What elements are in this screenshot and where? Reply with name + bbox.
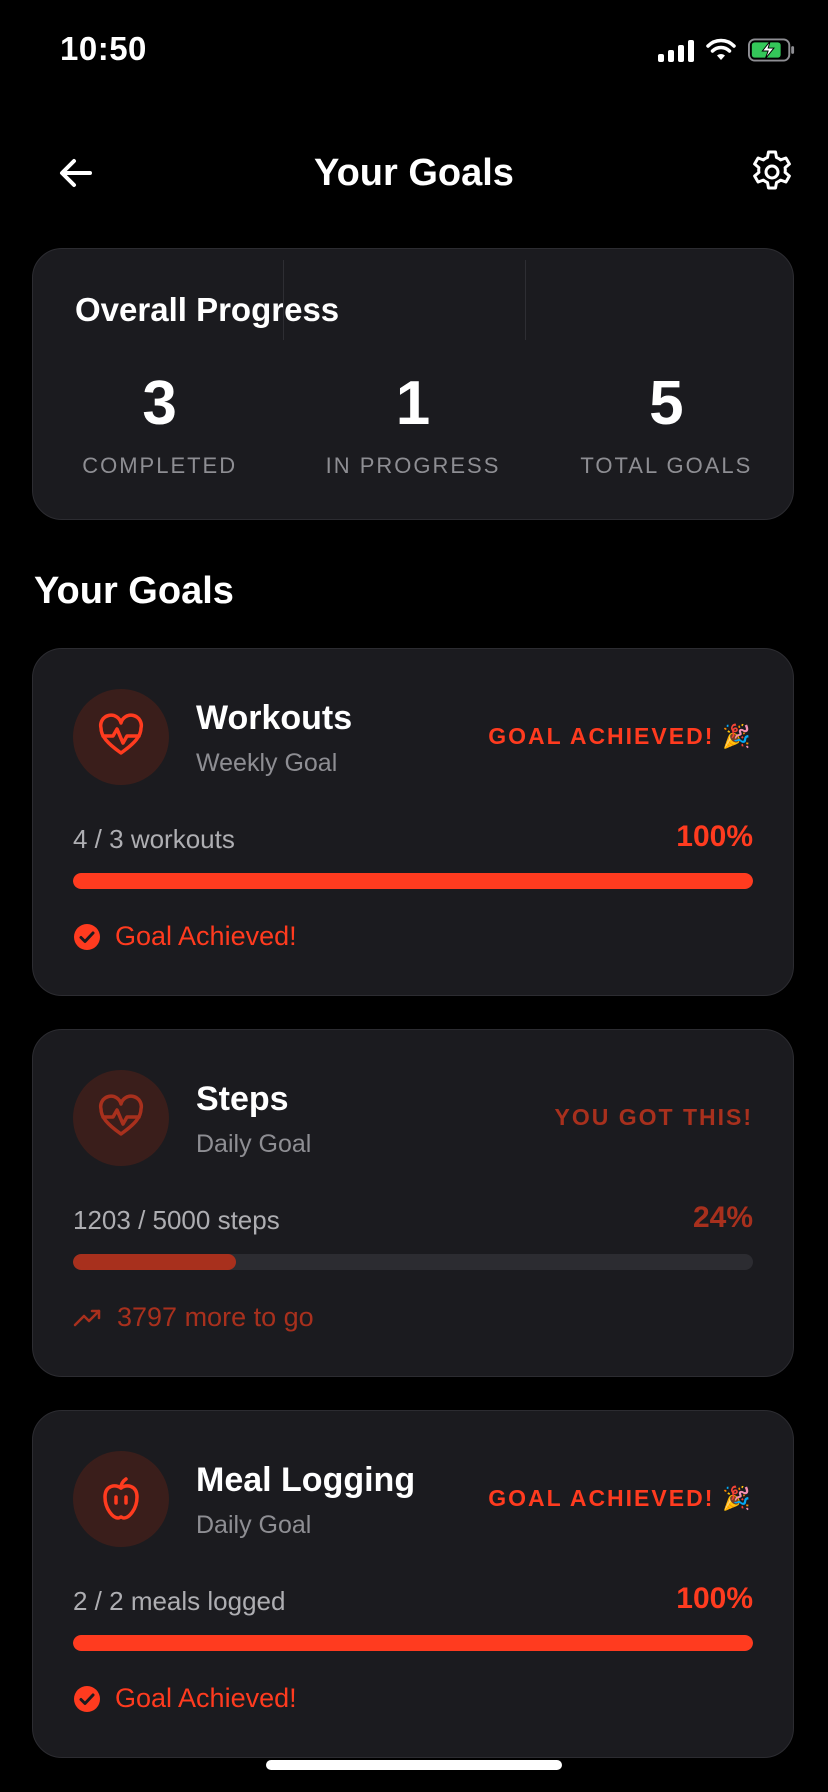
goal-status-text: GOAL ACHIEVED!: [488, 723, 715, 749]
nav-bar: Your Goals: [0, 140, 828, 206]
stat-value: 3: [142, 369, 177, 438]
check-circle-icon: [74, 1685, 100, 1712]
stat-completed: 3 COMPLETED: [33, 371, 286, 491]
wifi-icon: [706, 38, 736, 60]
goal-percent: 100%: [676, 1582, 753, 1615]
goal-card-steps[interactable]: Steps Daily Goal YOU GOT THIS! 1203 / 50…: [32, 1029, 794, 1377]
gear-icon[interactable]: [748, 148, 796, 196]
goal-footer: Goal Achieved!: [73, 1683, 297, 1714]
goal-progress-bar: [73, 873, 753, 889]
goal-footer: 3797 more to go: [73, 1302, 314, 1333]
stat-in-progress: 1 IN PROGRESS: [286, 371, 539, 491]
status-bar: 10:50: [0, 0, 828, 100]
goal-icon-badge: [73, 1451, 169, 1547]
goal-status-text: YOU GOT THIS!: [554, 1104, 753, 1130]
goal-percent: 100%: [676, 820, 753, 853]
goal-progress-fill: [73, 873, 753, 889]
status-time: 10:50: [60, 30, 147, 67]
goal-name: Steps: [196, 1080, 289, 1118]
stat-label: IN PROGRESS: [325, 453, 501, 478]
heart-pulse-icon: [98, 713, 144, 755]
battery-charging-icon: [748, 38, 795, 62]
goal-progress-fill: [73, 1254, 237, 1270]
stats-row: 3 COMPLETED 1 IN PROGRESS 5 TOTAL GOALS: [33, 371, 793, 491]
goal-status-text: GOAL ACHIEVED!: [488, 1485, 715, 1511]
party-popper-icon: 🎉: [722, 1485, 753, 1511]
stat-divider: [525, 260, 526, 340]
goal-period: Daily Goal: [196, 1130, 312, 1158]
goal-footer-text: 3797 more to go: [117, 1302, 314, 1332]
goal-progress-text: 2 / 2 meals logged: [73, 1586, 286, 1616]
goal-status-badge: YOU GOT THIS!: [555, 1104, 754, 1131]
goal-period: Daily Goal: [196, 1511, 312, 1539]
goal-icon-badge: [73, 1070, 169, 1166]
stat-total-goals: 5 TOTAL GOALS: [540, 371, 793, 491]
goal-footer-text: Goal Achieved!: [115, 1683, 297, 1713]
goal-progress-fill: [73, 1635, 753, 1651]
page-title: Your Goals: [314, 152, 514, 194]
goal-name: Meal Logging: [196, 1461, 416, 1499]
goal-name: Workouts: [196, 699, 353, 737]
stat-label: TOTAL GOALS: [580, 453, 753, 478]
cellular-signal-icon: [658, 38, 694, 62]
goal-status-badge: GOAL ACHIEVED! 🎉: [488, 1485, 753, 1512]
goal-percent: 24%: [692, 1201, 753, 1234]
goal-card-workouts[interactable]: Workouts Weekly Goal GOAL ACHIEVED! 🎉 4 …: [32, 648, 794, 996]
home-indicator[interactable]: [266, 1760, 562, 1770]
overall-progress-card: Overall Progress 3 COMPLETED 1 IN PROGRE…: [32, 248, 794, 520]
stat-value: 5: [649, 369, 684, 438]
section-title: Your Goals: [34, 570, 234, 612]
goal-footer-text: Goal Achieved!: [115, 921, 297, 951]
goal-progress-text: 1203 / 5000 steps: [73, 1205, 280, 1235]
overall-progress-title: Overall Progress: [75, 291, 340, 328]
goal-progress-text: 4 / 3 workouts: [73, 824, 235, 854]
stat-value: 1: [395, 369, 431, 438]
stat-divider: [283, 260, 284, 340]
goal-progress-bar: [73, 1254, 753, 1270]
trending-up-icon: [73, 1309, 101, 1326]
goal-footer: Goal Achieved!: [73, 921, 297, 952]
stat-label: COMPLETED: [82, 453, 238, 478]
goal-progress-bar: [73, 1635, 753, 1651]
goal-icon-badge: [73, 689, 169, 785]
goal-period: Weekly Goal: [196, 749, 338, 777]
goal-status-badge: GOAL ACHIEVED! 🎉: [488, 723, 753, 750]
heart-pulse-icon: [98, 1094, 144, 1136]
status-icons: [658, 36, 796, 64]
goal-card-meal-logging[interactable]: Meal Logging Daily Goal GOAL ACHIEVED! 🎉…: [32, 1410, 794, 1758]
party-popper-icon: 🎉: [722, 723, 753, 749]
check-circle-icon: [74, 923, 100, 950]
apple-icon: [103, 1477, 139, 1520]
